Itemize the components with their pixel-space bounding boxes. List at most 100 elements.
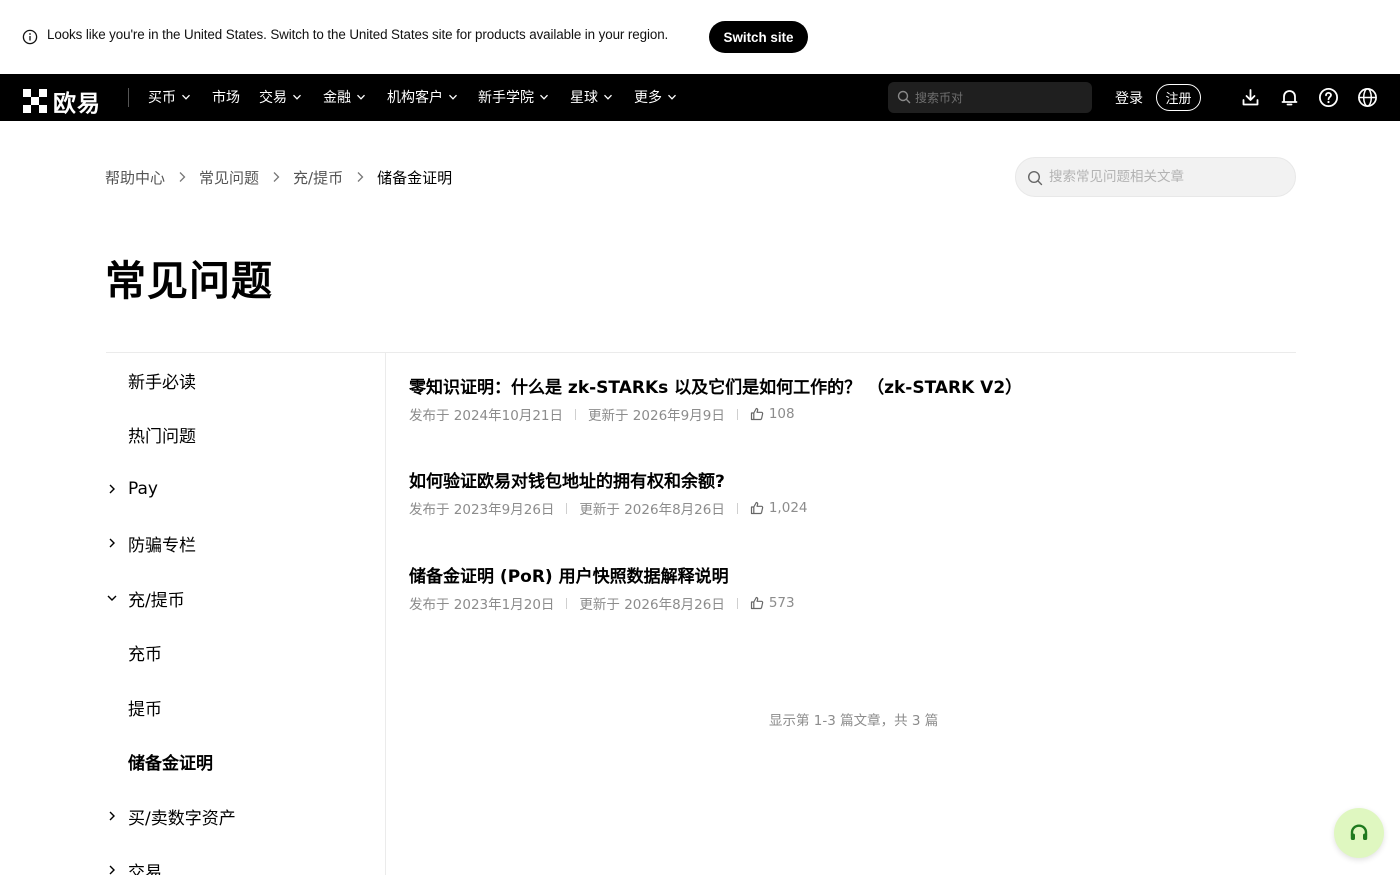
sidebar-item-label: 热门问题 [128,426,196,447]
sidebar-item[interactable]: 防骗专栏 [106,530,376,556]
nav-item-label: 金融 [323,90,351,106]
switch-site-button[interactable]: Switch site [709,21,808,53]
sidebar-item-label: 买/卖数字资产 [128,808,236,829]
article-like-count: 573 [768,595,795,611]
article-published-date: 发布于 2024年10月21日 [409,408,564,424]
sidebar-item[interactable]: 交易 [106,857,376,875]
nav-item-label: 新手学院 [478,90,534,106]
article-meta: 发布于 2023年1月20日 更新于 2026年8月26日 573 [409,594,1289,613]
chevron-down-icon [449,94,457,100]
sidebar-item[interactable]: Pay [106,476,376,502]
chevron-down-icon [293,94,301,100]
chevron-down-icon [540,94,548,100]
chevron-down-icon [107,595,117,601]
page-title: 常见问题 [105,257,273,305]
thumbs-up-icon[interactable] [750,501,764,515]
pair-search-input[interactable] [915,82,1085,113]
globe-icon[interactable] [1357,87,1378,108]
help-icon[interactable] [1318,87,1339,108]
article-meta: 发布于 2023年9月26日 更新于 2026年8月26日 1,024 [409,499,1289,518]
chevron-right-icon [109,865,115,875]
sidebar-item-label: 防骗专栏 [128,535,196,556]
login-link[interactable]: 登录 [1115,88,1143,108]
sidebar-item[interactable]: 热门问题 [106,421,376,447]
meta-divider [736,408,738,420]
chevron-down-icon [182,94,190,100]
nav-divider [128,88,129,107]
thumbs-up-icon[interactable] [750,407,764,421]
nav-item[interactable]: 机构客户 [387,87,458,107]
article-published-date: 发布于 2023年1月20日 [409,597,555,613]
article-like-count: 1,024 [768,500,808,516]
chevron-right-icon [273,172,280,182]
sidebar-item-label: 充/提币 [128,590,185,611]
sidebar-item[interactable]: 买/卖数字资产 [106,803,376,829]
nav-item[interactable]: 更多 [634,87,677,107]
article-like-count: 108 [768,406,795,422]
nav-item[interactable]: 交易 [259,87,302,107]
sidebar-item[interactable]: 储备金证明 [106,748,376,774]
meta-divider [566,597,568,609]
article-updated-date: 更新于 2026年9月9日 [588,408,725,424]
breadcrumb-faq[interactable]: 常见问题 [199,167,259,188]
article-updated-date: 更新于 2026年8月26日 [579,502,725,518]
nav-item-label: 机构客户 [387,90,443,106]
register-button[interactable]: 注册 [1156,84,1201,111]
sidebar-item-label: 充币 [128,644,162,665]
content-divider [106,352,1296,353]
logo[interactable]: 欧易 [23,84,101,118]
chevron-right-icon [109,484,115,494]
article-title-link[interactable]: 储备金证明 (PoR) 用户快照数据解释说明 [409,565,1289,589]
article-item: 储备金证明 (PoR) 用户快照数据解释说明发布于 2023年1月20日 更新于 … [409,565,1289,613]
search-icon [897,90,911,104]
breadcrumb-help-center[interactable]: 帮助中心 [105,167,165,188]
nav-item-label: 买币 [148,90,176,106]
meta-divider [566,502,568,514]
chevron-right-icon [179,172,186,182]
sidebar-item-label: 新手必读 [128,372,196,393]
meta-divider [736,597,738,609]
sidebar-item[interactable]: 新手必读 [106,367,376,393]
sidebar-item[interactable]: 充/提币 [106,585,376,611]
meta-divider [736,502,738,514]
help-search-input[interactable] [1049,158,1289,196]
sidebar-divider [385,353,386,875]
thumbs-up-icon[interactable] [750,596,764,610]
help-search[interactable] [1015,157,1296,197]
chevron-down-icon [604,94,612,100]
nav-item[interactable]: 金融 [323,87,366,107]
chevron-down-icon [668,94,676,100]
bell-icon[interactable] [1279,87,1300,108]
chevron-down-icon [357,94,365,100]
info-icon [22,29,38,45]
sidebar-item[interactable]: 充币 [106,639,376,665]
search-icon [1027,170,1043,186]
article-published-date: 发布于 2023年9月26日 [409,502,555,518]
sidebar-item-label: 交易 [128,862,162,875]
article-title-link[interactable]: 如何验证欧易对钱包地址的拥有权和余额? [409,470,1289,494]
article-updated-date: 更新于 2026年8月26日 [579,597,725,613]
headset-icon [1350,824,1368,840]
chevron-right-icon [109,811,115,821]
region-banner: Looks like you're in the United States. … [0,0,1400,74]
nav-item-label: 星球 [570,90,598,106]
pair-search[interactable] [888,82,1092,113]
support-chat-button[interactable] [1334,808,1384,858]
breadcrumb-deposit-withdraw[interactable]: 充/提币 [293,167,343,188]
nav-item[interactable]: 买币 [148,87,191,107]
article-title-link[interactable]: 零知识证明：什么是 zk-STARKs 以及它们是如何工作的？ （zk-STAR… [409,376,1289,400]
nav-item[interactable]: 新手学院 [478,87,549,107]
article-meta: 发布于 2024年10月21日 更新于 2026年9月9日 108 [409,405,1289,424]
chevron-right-icon [357,172,364,182]
sidebar-item-label: 提币 [128,699,162,720]
meta-divider [575,408,577,420]
nav-item[interactable]: 市场 [212,87,240,107]
sidebar-item[interactable]: 提币 [106,694,376,720]
nav-item-label: 更多 [634,90,662,106]
sidebar-item-label: 储备金证明 [128,753,213,774]
download-icon[interactable] [1240,87,1261,108]
nav-item[interactable]: 星球 [570,87,613,107]
logo-mark-icon [23,89,47,113]
nav-item-label: 市场 [212,90,240,106]
breadcrumb-proof-of-reserves: 储备金证明 [377,168,453,187]
